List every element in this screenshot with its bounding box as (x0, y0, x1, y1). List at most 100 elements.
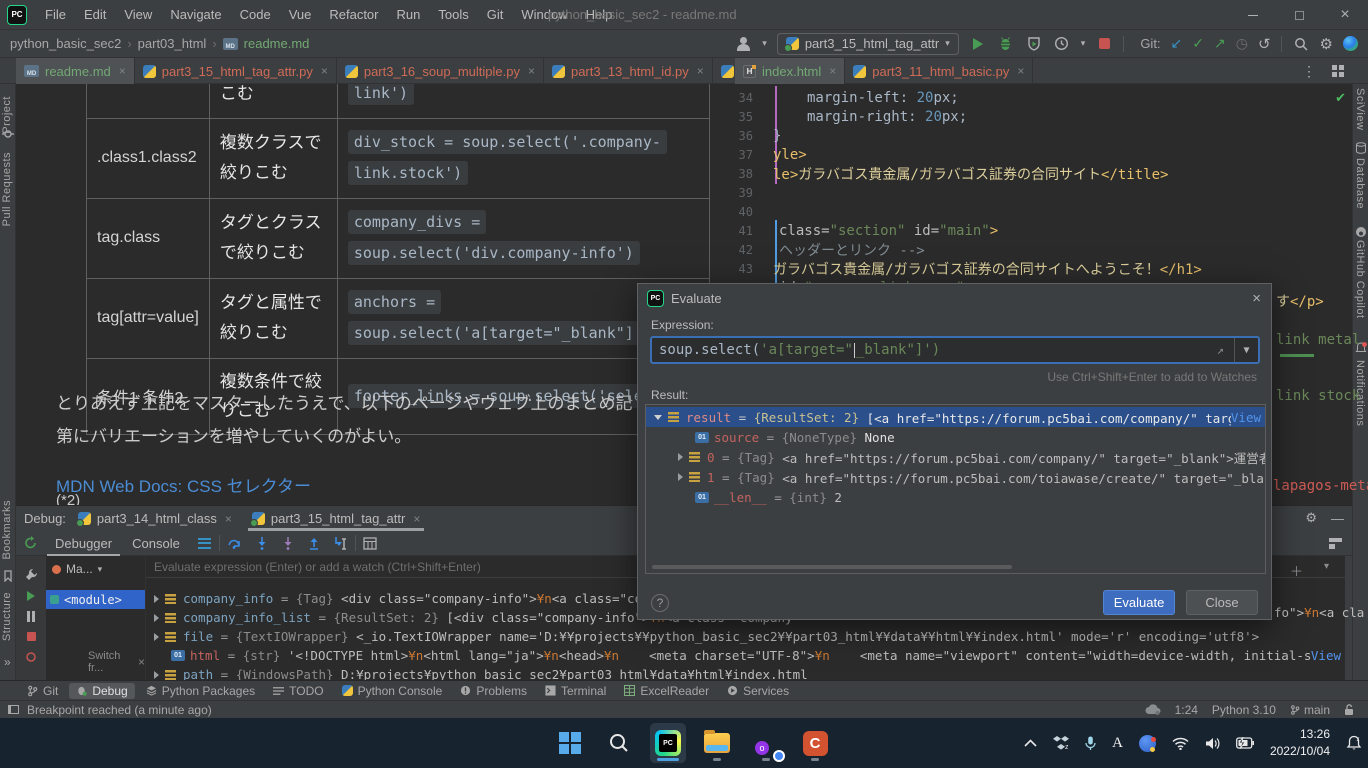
database-icon[interactable] (1355, 142, 1367, 154)
code-with-me-icon[interactable] (1343, 36, 1358, 51)
debug-tab-part3-14[interactable]: part3_14_html_class × (70, 506, 240, 531)
close-button[interactable]: × (1322, 0, 1368, 30)
close-tab-icon[interactable]: × (697, 64, 704, 78)
expand-icon[interactable] (678, 453, 683, 461)
expand-icon[interactable] (154, 614, 159, 622)
step-into-icon[interactable] (256, 537, 268, 550)
expand-icon[interactable] (678, 473, 683, 481)
tab-part3-15[interactable]: part3_15_html_tag_attr.py × (135, 58, 337, 84)
git-commit-icon[interactable]: ✓ (1192, 35, 1204, 52)
result-row-result[interactable]: result = {ResultSet: 2} [<a href="https:… (646, 407, 1265, 427)
git-push-icon[interactable]: ↗ (1214, 35, 1226, 52)
speaker-icon[interactable] (1205, 737, 1220, 750)
maximize-button[interactable] (1276, 0, 1322, 30)
watch-dropdown-icon[interactable]: ▾ (1324, 561, 1329, 572)
view-link[interactable]: View (1311, 648, 1345, 663)
evaluate-button[interactable]: Evaluate (1103, 590, 1175, 615)
toolwindow-git[interactable]: Git (20, 683, 65, 699)
run-button[interactable] (969, 35, 987, 53)
breadcrumb-project[interactable]: python_basic_sec2 (10, 36, 121, 51)
commit-icon[interactable] (2, 128, 14, 140)
sidebar-item-pull-requests[interactable]: Pull Requests (1, 152, 13, 226)
help-button[interactable]: ? (651, 594, 669, 612)
taskbar-explorer[interactable] (699, 723, 735, 763)
inspection-ok-icon[interactable]: ✔ (1335, 90, 1346, 106)
toolwindow-excelreader[interactable]: ExcelReader (617, 683, 716, 699)
variable-row-file[interactable]: file = {TextIOWrapper} <_io.TextIOWrappe… (146, 627, 1345, 646)
toolwindow-python-console[interactable]: Python Console (335, 683, 450, 699)
taskbar-pycharm[interactable]: PC (650, 723, 686, 763)
sidebar-item-structure[interactable]: Structure (1, 592, 13, 641)
tab-part3-16[interactable]: part3_16_soup_multiple.py × (337, 58, 544, 84)
close-dialog-button[interactable]: Close (1186, 590, 1258, 615)
expand-icon[interactable] (154, 633, 159, 641)
sidebar-item-bookmarks[interactable]: Bookmarks (1, 500, 13, 560)
menu-vue[interactable]: Vue (280, 0, 321, 30)
taskbar-clock[interactable]: 13:26 2022/10/04 (1270, 726, 1330, 760)
close-tab-icon[interactable]: × (119, 64, 126, 78)
close-tab-icon[interactable]: × (528, 64, 535, 78)
breadcrumb-folder[interactable]: part03_html (138, 36, 207, 51)
tab-debugger[interactable]: Debugger (45, 531, 122, 556)
menu-navigate[interactable]: Navigate (161, 0, 230, 30)
git-update-icon[interactable]: ↙ (1171, 35, 1183, 52)
dialog-close-icon[interactable]: × (1252, 290, 1261, 307)
coverage-button[interactable] (1025, 35, 1043, 53)
expand-editor-icon[interactable]: ↗ (1217, 343, 1224, 357)
run-configuration-select[interactable]: part3_15_html_tag_attr ▾ (777, 33, 959, 55)
expand-icon[interactable] (154, 671, 159, 679)
history-dropdown-icon[interactable]: ▼ (1234, 338, 1258, 362)
taskbar-chrome[interactable]: o (748, 723, 784, 763)
tab-options-menu[interactable]: ⋮ (1294, 58, 1324, 84)
settings-gear-icon[interactable]: ⚙ (1305, 510, 1317, 526)
toolwindow-terminal[interactable]: Terminal (538, 683, 613, 699)
drive-sync-icon[interactable] (1139, 735, 1156, 752)
stop-icon[interactable] (26, 631, 37, 642)
layout-options-icon[interactable] (198, 538, 211, 549)
toolwindow-todo[interactable]: TODO (266, 683, 330, 699)
notification-bell-icon[interactable]: z (1346, 735, 1362, 751)
breadcrumb-file[interactable]: readme.md (244, 36, 310, 51)
debug-tab-part3-15[interactable]: part3_15_html_tag_attr × (244, 506, 428, 531)
more-tool-windows[interactable]: » (4, 655, 11, 669)
menu-tools[interactable]: Tools (429, 0, 477, 30)
ime-indicator[interactable]: A (1112, 735, 1123, 752)
menu-view[interactable]: View (115, 0, 161, 30)
variable-row-html[interactable]: 01 html = {str} '<!DOCTYPE html>¥n<html … (146, 646, 1345, 665)
close-tab-icon[interactable]: × (413, 512, 420, 526)
step-out-icon[interactable] (308, 537, 320, 550)
debug-button[interactable] (997, 35, 1015, 53)
run-to-cursor-icon[interactable] (334, 537, 348, 550)
sidebar-item-database[interactable]: Database (1354, 158, 1366, 209)
profiler-button[interactable] (1053, 35, 1071, 53)
split-layout-icon[interactable] (1324, 58, 1352, 84)
result-row-len[interactable]: 01 __len__ = {int} 2 (670, 487, 1266, 507)
menu-git[interactable]: Git (478, 0, 513, 30)
rerun-icon[interactable] (24, 536, 38, 550)
dropbox-snooze-icon[interactable]: z (1053, 736, 1069, 750)
toolwindow-debug[interactable]: Debug (69, 683, 134, 699)
start-button[interactable] (552, 723, 588, 763)
tab-console[interactable]: Console (122, 531, 190, 556)
view-link[interactable]: View (1231, 410, 1265, 425)
frame-module-row[interactable]: <module> (46, 590, 145, 609)
status-message[interactable]: Breakpoint reached (a minute ago) (27, 703, 212, 717)
resume-icon[interactable] (25, 590, 37, 602)
tab-index-html[interactable]: H index.html × (735, 58, 845, 84)
mdn-css-selector-link[interactable]: MDN Web Docs: CSS セレクター (56, 472, 311, 497)
hide-panel-icon[interactable]: — (1331, 511, 1344, 526)
search-everywhere-icon[interactable] (1292, 35, 1310, 53)
menu-edit[interactable]: Edit (75, 0, 115, 30)
result-row-0[interactable]: 0 = {Tag} <a href="https://forum.pc5bai.… (670, 447, 1266, 467)
bookmark-icon[interactable] (2, 570, 14, 582)
restore-layout-icon[interactable] (1329, 538, 1342, 549)
tab-part3-13[interactable]: part3_13_html_id.py × (544, 58, 713, 84)
force-step-into-icon[interactable] (282, 537, 294, 550)
close-tab-icon[interactable]: × (321, 64, 328, 78)
menu-code[interactable]: Code (231, 0, 280, 30)
evaluate-expression-icon[interactable] (363, 537, 377, 550)
taskbar-camtasia[interactable]: C (797, 723, 833, 763)
tray-expand-icon[interactable] (1024, 739, 1037, 747)
horizontal-scrollbar[interactable] (652, 565, 1012, 569)
collapse-icon[interactable] (654, 415, 662, 420)
